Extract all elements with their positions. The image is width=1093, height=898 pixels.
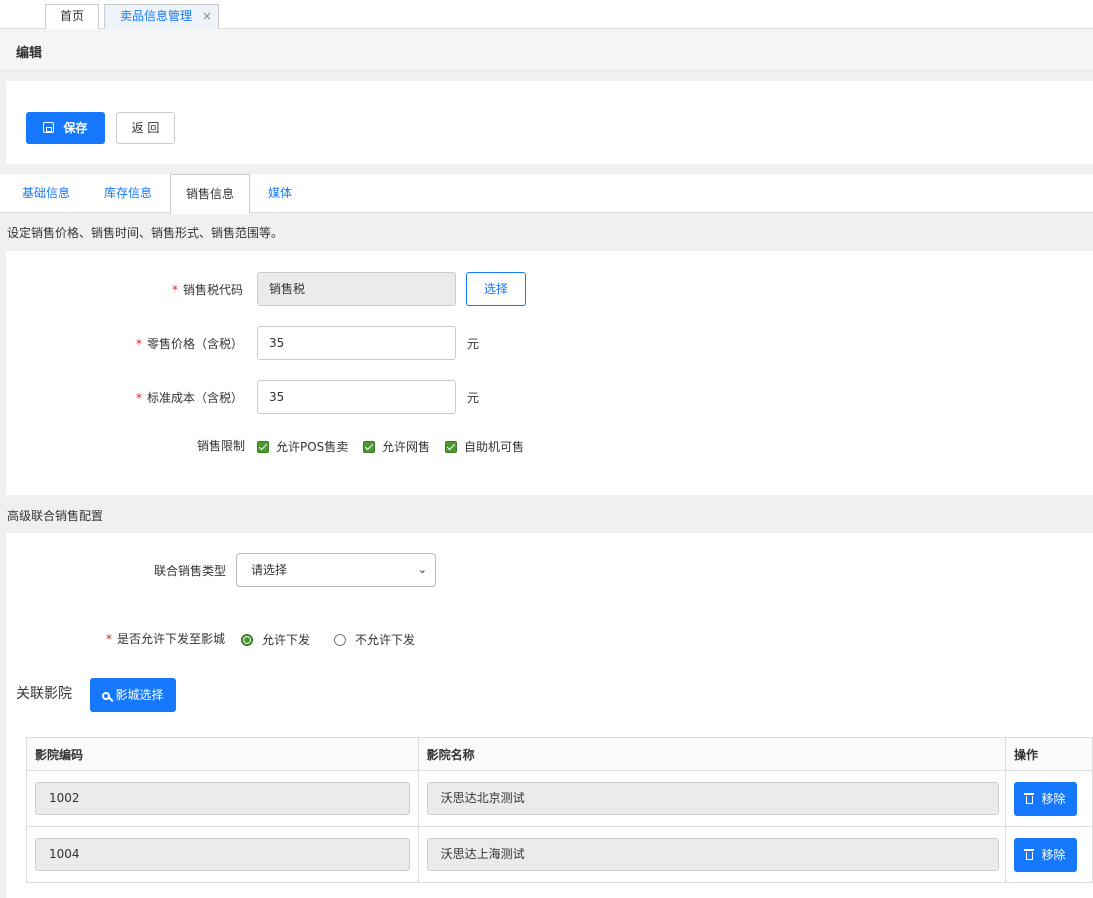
form-tabs: 基础信息 库存信息 销售信息 媒体 xyxy=(0,174,1093,214)
toolbar: 保存 返 回 xyxy=(6,81,1093,164)
tab-sales-info[interactable]: 销售信息 xyxy=(170,174,250,214)
cinema-select-label: 影城选择 xyxy=(115,688,164,702)
kiosk-checkbox[interactable]: 自助机可售 xyxy=(445,438,524,455)
radio-unchecked-icon xyxy=(334,634,346,646)
trash-icon xyxy=(1023,849,1034,860)
std-cost-label: * 标准成本（含税） xyxy=(136,391,244,405)
advanced-form: 联合销售类型 请选择 ⌄ * 是否允许下发至影城 允许下发 不允许下发 关联影院 … xyxy=(6,533,1093,898)
choose-button[interactable]: 选择 xyxy=(466,272,526,306)
cinema-name-field: 沃思达北京测试 xyxy=(426,782,999,815)
joint-type-select[interactable]: 请选择 ⌄ xyxy=(236,553,436,587)
required-mark: * xyxy=(106,632,112,646)
required-mark: * xyxy=(136,337,142,351)
advanced-config-title: 高级联合销售配置 xyxy=(7,509,104,523)
retail-price-label: * 零售价格（含税） xyxy=(136,337,244,351)
section-description: 设定销售价格、销售时间、销售形式、销售范围等。 xyxy=(7,226,284,240)
back-button[interactable]: 返 回 xyxy=(116,112,175,144)
page-header: 编辑 xyxy=(0,29,1093,71)
cinema-select-button[interactable]: 影城选择 xyxy=(90,678,176,712)
remove-button[interactable]: 移除 xyxy=(1014,838,1078,872)
dispatch-label: * 是否允许下发至影城 xyxy=(106,632,226,646)
select-value: 请选择 xyxy=(251,563,288,577)
col-cinema-name: 影院名称 xyxy=(417,737,1007,771)
tab-basic-info[interactable]: 基础信息 xyxy=(6,174,86,213)
trash-icon xyxy=(1023,793,1034,804)
tax-code-field: 销售税 xyxy=(257,272,456,306)
cinema-table: 影院编码 影院名称 操作 1002 沃思达北京测试 移除 1004 沃思达上海测… xyxy=(26,737,1093,883)
cinema-code-field: 1004 xyxy=(35,838,410,871)
tab-goods-info-management[interactable]: 卖品信息管理 × xyxy=(104,4,219,29)
checkbox-checked-icon xyxy=(363,441,375,453)
tab-label: 卖品信息管理 xyxy=(120,9,193,23)
table-row: 1004 沃思达上海测试 移除 xyxy=(26,826,1093,883)
col-cinema-code: 影院编码 xyxy=(26,737,419,771)
cinema-name-field: 沃思达上海测试 xyxy=(426,838,999,871)
chevron-down-icon: ⌄ xyxy=(417,563,427,576)
cinema-code-field: 1002 xyxy=(35,782,410,815)
std-cost-unit: 元 xyxy=(467,391,480,405)
tax-code-label: * 销售税代码 xyxy=(172,283,244,297)
tab-home[interactable]: 首页 xyxy=(45,4,99,29)
save-icon xyxy=(43,122,55,133)
save-label: 保存 xyxy=(63,121,88,135)
online-checkbox[interactable]: 允许网售 xyxy=(363,438,430,455)
retail-price-input[interactable]: 35 xyxy=(257,326,456,360)
sales-form: * 销售税代码 销售税 选择 * 零售价格（含税） 35 元 * 标准成本（含税） 3… xyxy=(6,251,1093,495)
table-row: 1002 沃思达北京测试 移除 xyxy=(26,770,1093,827)
related-cinemas-title: 关联影院 xyxy=(16,686,72,702)
joint-type-label: 联合销售类型 xyxy=(154,564,227,578)
sales-limit-label: 销售限制 xyxy=(197,439,246,453)
allow-dispatch-radio[interactable]: 允许下发 xyxy=(241,631,310,648)
std-cost-input[interactable]: 35 xyxy=(257,380,456,414)
table-header-row: 影院编码 影院名称 操作 xyxy=(26,737,1093,771)
page-title: 编辑 xyxy=(16,46,43,61)
tab-media[interactable]: 媒体 xyxy=(252,174,308,213)
radio-checked-icon xyxy=(241,634,253,646)
top-tab-bar: 首页 卖品信息管理 × xyxy=(0,0,1093,29)
close-icon[interactable]: × xyxy=(202,5,212,28)
disallow-dispatch-radio[interactable]: 不允许下发 xyxy=(334,631,415,648)
checkbox-checked-icon xyxy=(257,441,269,453)
search-icon xyxy=(102,692,111,700)
save-button[interactable]: 保存 xyxy=(26,112,105,144)
remove-button[interactable]: 移除 xyxy=(1014,782,1078,816)
checkbox-checked-icon xyxy=(445,441,457,453)
col-actions: 操作 xyxy=(1005,737,1093,771)
required-mark: * xyxy=(172,283,178,297)
required-mark: * xyxy=(136,391,142,405)
tab-stock-info[interactable]: 库存信息 xyxy=(88,174,168,213)
pos-checkbox[interactable]: 允许POS售卖 xyxy=(257,438,348,455)
retail-price-unit: 元 xyxy=(467,337,480,351)
